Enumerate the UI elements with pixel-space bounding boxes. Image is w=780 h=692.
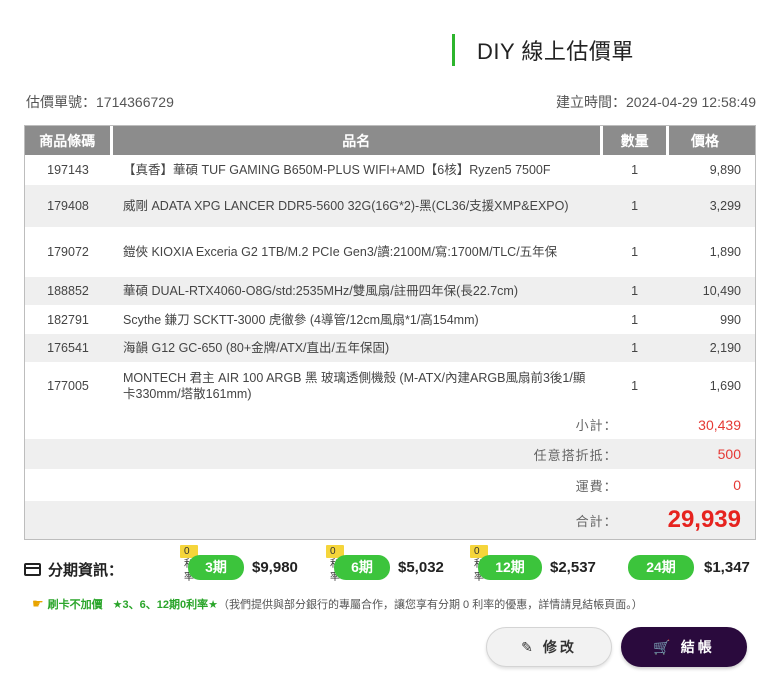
plan-term-badge: 12期 xyxy=(478,555,542,580)
item-name: 【真香】華碩 TUF GAMING B650M-PLUS WIFI+AMD【6核… xyxy=(123,163,551,177)
title-accent-bar xyxy=(452,34,455,66)
notice-no-surcharge: 刷卡不加價 xyxy=(47,599,103,611)
item-name: 海韻 G12 GC-650 (80+金牌/ATX/直出/五年保固) xyxy=(123,341,390,355)
subtotal-value: 30,439 xyxy=(698,416,741,433)
plan-amount: $5,032 xyxy=(398,559,444,576)
installment-label: 分期資訊： xyxy=(24,559,123,580)
item-code: 188852 xyxy=(47,284,89,298)
table-row: 179408 威剛 ADATA XPG LANCER DDR5-5600 32G… xyxy=(25,185,755,227)
total-value: 29,939 xyxy=(667,506,741,533)
table-row: 182791 Scythe 鎌刀 SCKTT-3000 虎徹參 (4導管/12c… xyxy=(25,305,755,334)
item-qty: 1 xyxy=(631,199,639,213)
item-price: 2,190 xyxy=(709,341,741,355)
col-price: 價格 xyxy=(666,126,755,155)
edit-button-label: 修改 xyxy=(542,639,577,655)
item-price: 1,690 xyxy=(709,379,741,393)
col-qty: 數量 xyxy=(600,126,668,155)
item-qty: 1 xyxy=(631,312,639,327)
item-code: 176541 xyxy=(47,341,89,355)
item-name: 鎧俠 KIOXIA Exceria G2 1TB/M.2 PCIe Gen3/讀… xyxy=(123,245,558,259)
item-price: 3,299 xyxy=(709,199,741,213)
page-title-area: DIY 線上估價單 xyxy=(452,34,634,66)
subtotal-label: 小計： xyxy=(575,418,618,433)
table-row: 197143 【真香】華碩 TUF GAMING B650M-PLUS WIFI… xyxy=(25,155,755,185)
edit-button[interactable]: ✎ 修改 xyxy=(486,627,612,667)
pointing-hand-icon: ☛ xyxy=(32,596,44,611)
item-code: 197143 xyxy=(47,163,89,177)
item-code: 179408 xyxy=(47,199,89,213)
notice-text: （我們提供與部分銀行的專屬合作，讓您享有分期 0 利率的優惠，詳情請見結帳頁面。… xyxy=(217,599,643,611)
discount-value: 500 xyxy=(717,446,741,462)
plan-amount: $9,980 xyxy=(252,559,298,576)
plan-term-badge: 24期 xyxy=(628,555,694,580)
created-time: 建立時間：2024-04-29 12:58:49 xyxy=(556,94,756,110)
item-code: 182791 xyxy=(47,312,89,327)
installment-notice: ☛ 刷卡不加價 ★3、6、12期0利率★ （我們提供與部分銀行的專屬合作，讓您享… xyxy=(32,596,643,612)
item-name: Scythe 鎌刀 SCKTT-3000 虎徹參 (4導管/12cm風扇*1/高… xyxy=(123,312,479,327)
item-qty: 1 xyxy=(631,163,639,177)
item-code: 179072 xyxy=(47,245,89,259)
item-qty: 1 xyxy=(631,341,639,355)
item-qty: 1 xyxy=(631,284,639,298)
subtotal-row: 小計： 30,439 xyxy=(25,410,755,439)
checkout-button[interactable]: 🛒 結帳 xyxy=(621,627,747,667)
item-name: MONTECH 君主 AIR 100 ARGB 黑 玻璃透側機殼 (M-ATX/… xyxy=(123,371,586,401)
credit-card-icon xyxy=(24,563,41,576)
cart-icon: 🛒 xyxy=(653,638,671,655)
table-row: 179072 鎧俠 KIOXIA Exceria G2 1TB/M.2 PCIe… xyxy=(25,227,755,277)
discount-row: 任意搭折抵： 500 xyxy=(25,439,755,469)
item-name: 威剛 ADATA XPG LANCER DDR5-5600 32G(16G*2)… xyxy=(123,199,569,213)
item-price: 1,890 xyxy=(709,245,741,259)
item-name: 華碩 DUAL-RTX4060-O8G/std:2535MHz/雙風扇/註冊四年… xyxy=(123,284,519,298)
table-row: 176541 海韻 G12 GC-650 (80+金牌/ATX/直出/五年保固)… xyxy=(25,334,755,362)
discount-label: 任意搭折抵： xyxy=(533,447,618,463)
item-qty: 1 xyxy=(631,379,639,393)
col-code: 商品條碼 xyxy=(25,126,111,155)
item-price: 9,890 xyxy=(709,163,741,177)
page-title: DIY 線上估價單 xyxy=(477,39,634,64)
table-header: 商品條碼 品名 數量 價格 xyxy=(25,126,755,155)
shipping-label: 運費： xyxy=(575,478,618,494)
installment-info: 分期資訊： 0利率 3期 $9,980 0利率 6期 $5,032 0利率 12… xyxy=(24,545,760,590)
table-row: 188852 華碩 DUAL-RTX4060-O8G/std:2535MHz/雙… xyxy=(25,277,755,305)
item-code: 177005 xyxy=(47,379,89,393)
item-price: 10,490 xyxy=(702,284,741,298)
checkout-button-label: 結帳 xyxy=(680,639,715,655)
shipping-value: 0 xyxy=(733,477,741,493)
plan-term-badge: 3期 xyxy=(188,555,244,580)
plan-amount: $1,347 xyxy=(704,559,750,576)
col-name: 品名 xyxy=(109,126,602,155)
item-price: 990 xyxy=(720,312,741,327)
total-row: 合計： 29,939 xyxy=(25,501,755,539)
pencil-icon: ✎ xyxy=(521,638,533,655)
shipping-row: 運費： 0 xyxy=(25,469,755,501)
quote-meta: 估價單號：1714366729 建立時間：2024-04-29 12:58:49 xyxy=(26,92,756,112)
quote-table: 商品條碼 品名 數量 價格 197143 【真香】華碩 TUF GAMING B… xyxy=(24,125,756,540)
total-label: 合計： xyxy=(575,513,618,529)
installment-label-text: 分期資訊： xyxy=(48,562,124,579)
plan-amount: $2,537 xyxy=(550,559,596,576)
quote-number: 估價單號：1714366729 xyxy=(26,94,174,110)
notice-zero-rate: ★3、6、12期0利率★ xyxy=(112,599,218,611)
plan-term-badge: 6期 xyxy=(334,555,390,580)
item-qty: 1 xyxy=(631,245,639,259)
table-row: 177005 MONTECH 君主 AIR 100 ARGB 黑 玻璃透側機殼 … xyxy=(25,362,755,410)
